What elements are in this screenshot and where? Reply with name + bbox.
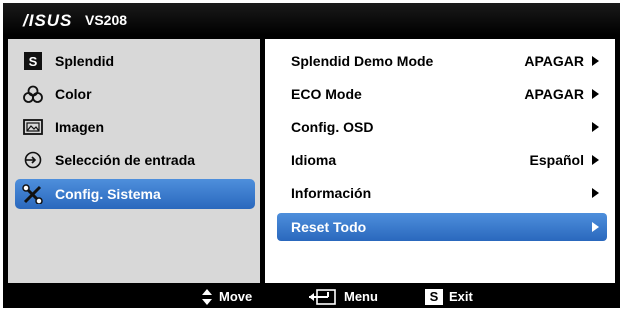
option-value: APAGAR — [524, 53, 584, 69]
menu-item-label: Imagen — [55, 119, 105, 135]
option-label: Idioma — [291, 152, 337, 168]
model-name: VS208 — [85, 12, 128, 28]
option-label: ECO Mode — [291, 86, 362, 102]
submenu-panel: Splendid Demo Mode APAGAR ECO Mode APAGA… — [265, 39, 615, 283]
menu-item-label: Color — [55, 86, 92, 102]
footer-move[interactable]: Move — [201, 285, 252, 308]
exit-key-glyph: S — [425, 288, 443, 305]
option-splendid-demo-mode[interactable]: Splendid Demo Mode APAGAR — [277, 47, 607, 75]
color-circles-icon — [21, 84, 45, 104]
menu-item-label: Config. Sistema — [55, 186, 161, 202]
svg-text:S: S — [29, 54, 38, 69]
right-arrow-icon — [592, 122, 599, 132]
s-key-icon: S — [425, 288, 443, 305]
menu-item-splendid[interactable]: S Splendid — [15, 46, 255, 76]
option-reset-all[interactable]: Reset Todo — [277, 213, 607, 241]
menu-item-label: Splendid — [55, 53, 115, 69]
option-label: Reset Todo — [291, 219, 367, 235]
option-label: Información — [291, 185, 372, 201]
option-label: Splendid Demo Mode — [291, 53, 434, 69]
footer-move-label: Move — [219, 289, 253, 304]
title-bar: /ISUS VS208 — [3, 3, 620, 35]
enter-key-icon — [308, 288, 338, 306]
menu-item-label: Selección de entrada — [55, 152, 196, 168]
option-osd-setup[interactable]: Config. OSD — [277, 113, 607, 141]
option-language[interactable]: Idioma Español — [277, 146, 607, 174]
main-menu: S Splendid Color Imagen Selección de ent… — [8, 39, 260, 283]
up-down-arrows-icon — [201, 288, 213, 306]
option-label: Config. OSD — [291, 119, 374, 135]
right-arrow-icon — [592, 155, 599, 165]
menu-item-input-selection[interactable]: Selección de entrada — [15, 145, 255, 175]
option-information[interactable]: Información — [277, 179, 607, 207]
right-arrow-icon — [592, 89, 599, 99]
menu-item-color[interactable]: Color — [15, 79, 255, 109]
footer-menu[interactable]: Menu — [308, 285, 378, 308]
menu-item-system-setup[interactable]: Config. Sistema — [15, 179, 255, 209]
footer-bar: Move Menu S Exit — [3, 285, 620, 308]
footer-exit-label: Exit — [449, 289, 473, 304]
osd-window: /ISUS VS208 S Splendid Color Imagen Sele… — [3, 3, 620, 308]
footer-exit[interactable]: S Exit — [425, 285, 473, 308]
tools-icon — [21, 184, 45, 204]
right-arrow-icon — [592, 188, 599, 198]
image-icon — [21, 117, 45, 137]
s-square-icon: S — [21, 51, 45, 71]
option-value: Español — [529, 152, 584, 168]
asus-logo: /ISUS — [23, 11, 73, 30]
option-eco-mode[interactable]: ECO Mode APAGAR — [277, 80, 607, 108]
right-arrow-icon — [592, 56, 599, 66]
option-value: APAGAR — [524, 86, 584, 102]
footer-menu-label: Menu — [344, 289, 378, 304]
menu-item-imagen[interactable]: Imagen — [15, 112, 255, 142]
input-arrow-icon — [21, 150, 45, 170]
right-arrow-icon — [592, 222, 599, 232]
